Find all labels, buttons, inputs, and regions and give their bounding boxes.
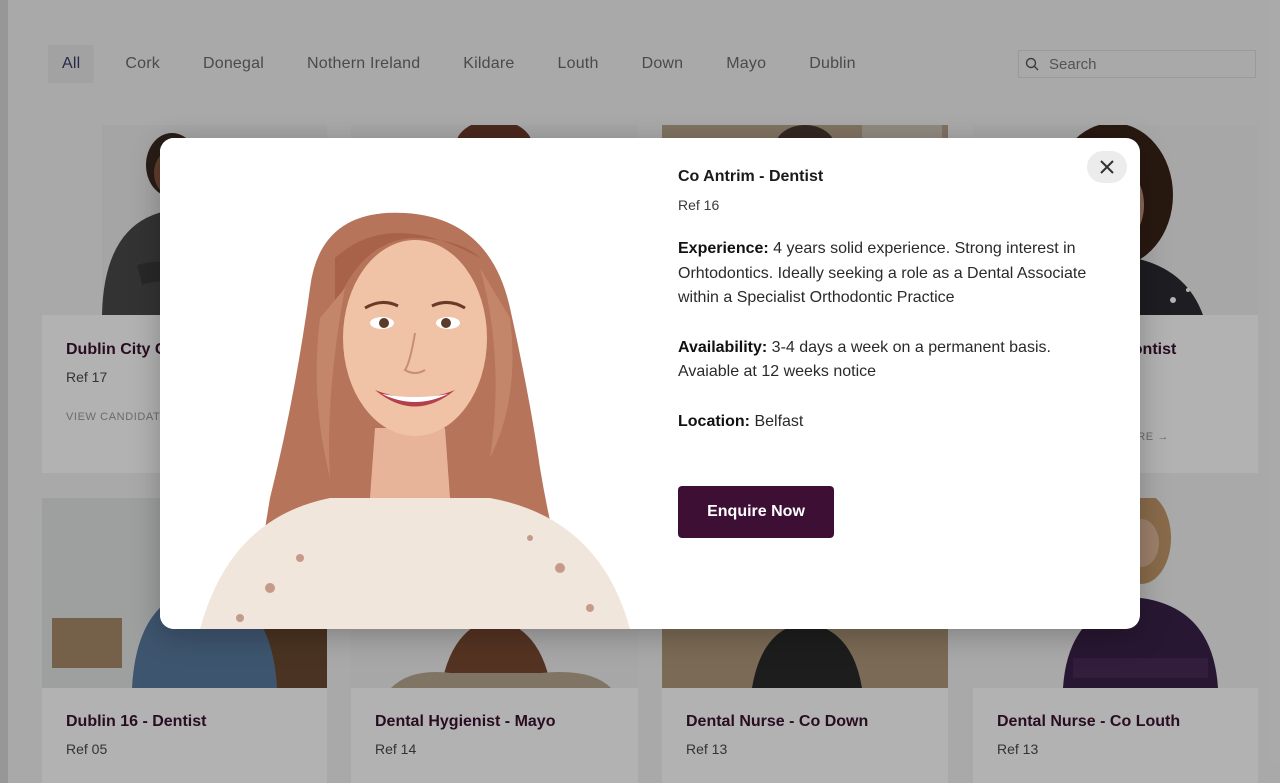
modal-title: Co Antrim - Dentist [678, 168, 824, 185]
experience-paragraph: Experience: 4 years solid experience. St… [678, 237, 1098, 311]
candidate-portrait [160, 138, 660, 629]
location-text: Belfast [750, 412, 804, 430]
modal-ref: Ref 16 [678, 197, 720, 213]
location-label: Location: [678, 412, 750, 430]
close-icon [1100, 160, 1114, 174]
candidate-modal: Co Antrim - Dentist Ref 16 Experience: 4… [160, 138, 1140, 629]
enquire-now-button[interactable]: Enquire Now [678, 486, 834, 538]
availability-label: Availability: [678, 338, 768, 356]
experience-label: Experience: [678, 240, 769, 257]
candidate-details: Co Antrim - Dentist Ref 16 Experience: 4… [678, 168, 1098, 459]
close-button[interactable] [1087, 151, 1127, 183]
availability-paragraph: Availability: 3-4 days a week on a perma… [678, 336, 1098, 385]
location-paragraph: Location: Belfast [678, 410, 1098, 435]
